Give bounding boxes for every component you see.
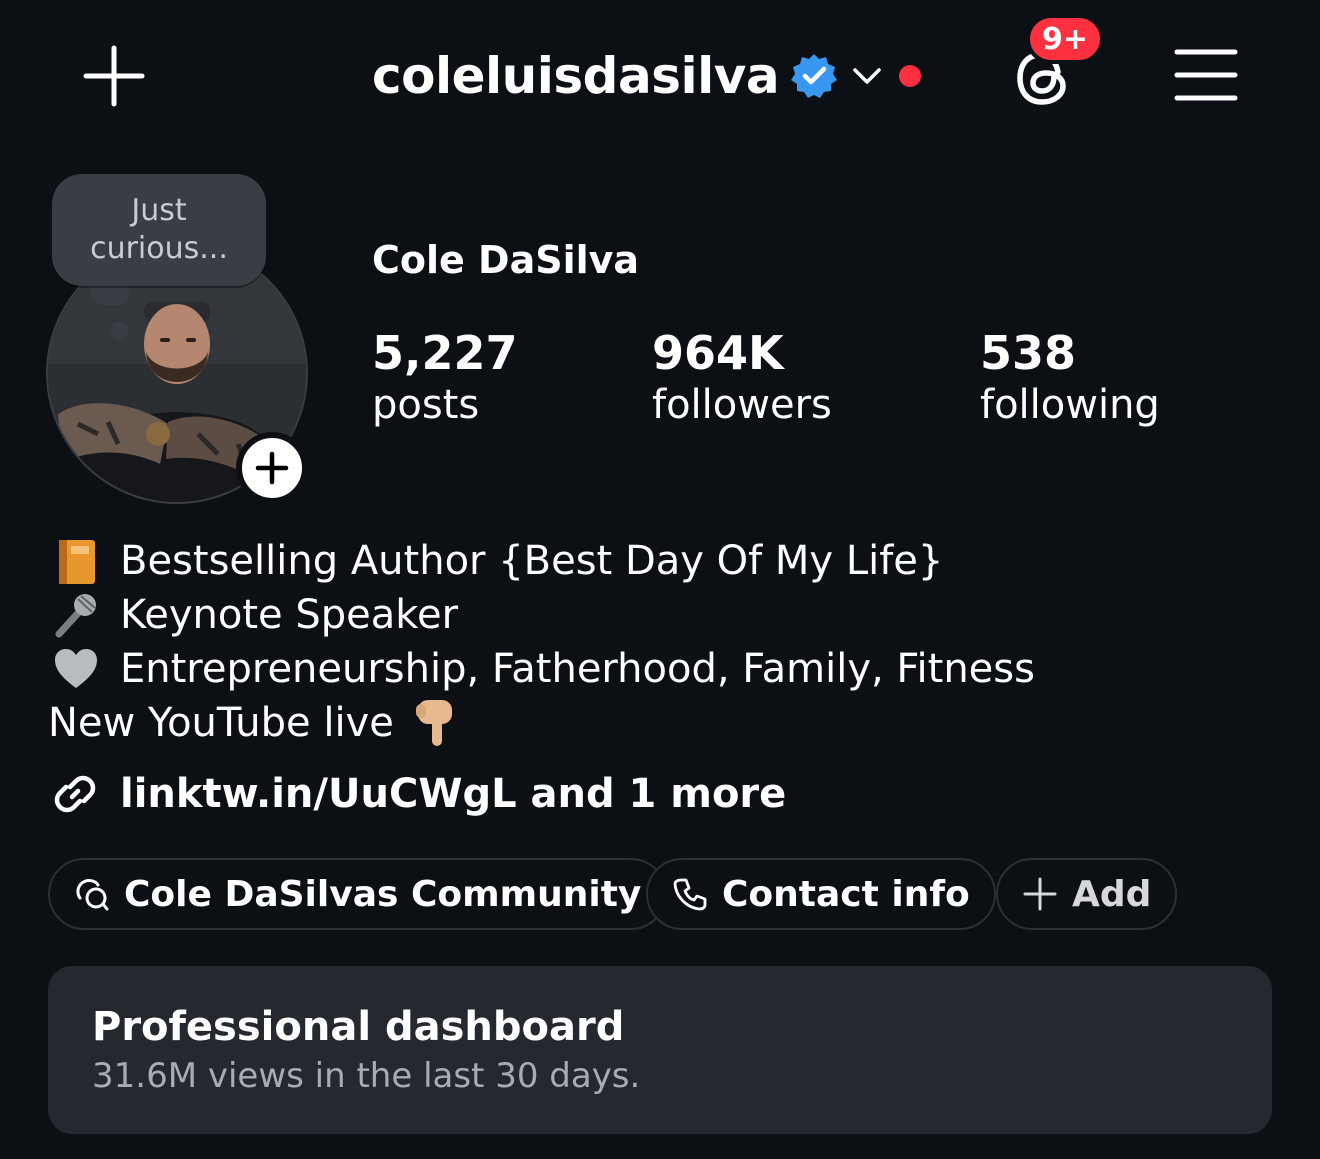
plus-icon [83, 45, 145, 107]
account-switcher[interactable]: coleluisdasilva [372, 44, 922, 108]
bio-text: Bestselling Author {Best Day Of My Life} [120, 538, 944, 584]
bio-line: New YouTube live [48, 696, 1248, 750]
bio-text: New YouTube live [48, 700, 394, 746]
note-text: Just curious... [90, 193, 228, 266]
community-chat-icon [76, 879, 109, 911]
unread-dot [899, 65, 922, 87]
pointing-down-hand-icon [412, 696, 458, 750]
display-name: Cole DaSilva [372, 238, 640, 282]
microphone-icon [48, 588, 104, 642]
bio-link-text: linktw.in/UuCWgL and 1 more [120, 771, 787, 817]
link-icon [54, 775, 96, 813]
bio-text: Keynote Speaker [120, 592, 459, 638]
notification-badge: 9+ [1026, 14, 1104, 64]
phone-icon [673, 878, 707, 911]
dashboard-title: Professional dashboard [92, 1004, 625, 1050]
profile-page: coleluisdasilva 9+ Just curious... Cole … [0, 0, 1320, 1159]
bio: Bestselling Author {Best Day Of My Life}… [48, 534, 1248, 750]
book-icon [48, 534, 104, 588]
community-chip[interactable]: Cole DaSilvas Community [48, 858, 668, 930]
stat-label: following [980, 382, 1160, 428]
stat-value: 5,227 [372, 326, 518, 380]
add-story-button[interactable] [236, 432, 308, 504]
stat-value: 538 [980, 326, 1077, 380]
stat-label: posts [372, 382, 480, 428]
note-bubble[interactable]: Just curious... [52, 174, 266, 286]
username: coleluisdasilva [372, 47, 780, 105]
stat-following[interactable]: 538 following [980, 326, 1160, 430]
chip-label: Add [1072, 873, 1152, 915]
dashboard-subtitle: 31.6M views in the last 30 days. [92, 1056, 641, 1096]
chip-label: Cole DaSilvas Community [124, 873, 642, 915]
professional-dashboard-card[interactable]: Professional dashboard 31.6M views in th… [48, 966, 1272, 1134]
contact-info-chip[interactable]: Contact info [646, 858, 996, 930]
bio-text: Entrepreneurship, Fatherhood, Family, Fi… [120, 646, 1035, 692]
bio-link[interactable]: linktw.in/UuCWgL and 1 more [48, 764, 786, 824]
add-chip[interactable]: Add [996, 858, 1178, 930]
stat-posts[interactable]: 5,227 posts [372, 326, 518, 430]
verified-badge-icon [789, 51, 839, 101]
bio-line: Entrepreneurship, Fatherhood, Family, Fi… [48, 642, 1248, 696]
stat-followers[interactable]: 964K followers [652, 326, 832, 430]
plus-icon [255, 451, 289, 485]
create-plus-button[interactable] [82, 44, 146, 108]
stat-label: followers [652, 382, 832, 428]
note-bubble-tail-small [110, 322, 128, 340]
hamburger-menu-icon [1174, 49, 1238, 101]
bio-line: Bestselling Author {Best Day Of My Life} [48, 534, 1248, 588]
stat-value: 964K [652, 326, 784, 380]
chevron-down-icon[interactable] [849, 58, 885, 94]
bio-line: Keynote Speaker [48, 588, 1248, 642]
plus-icon [1023, 877, 1057, 911]
hamburger-menu-button[interactable] [1174, 46, 1238, 104]
grey-heart-icon [48, 642, 104, 696]
chip-label: Contact info [722, 873, 970, 915]
